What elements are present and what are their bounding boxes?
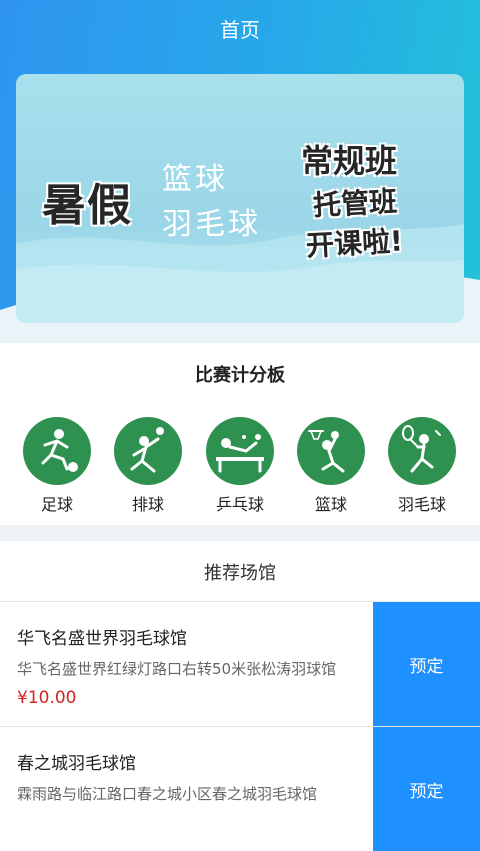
venue-address: 华飞名盛世界红绿灯路口右转50米张松涛羽球馆 [17, 660, 337, 678]
table-tennis-icon [206, 417, 274, 485]
sport-label-table-tennis: 乒乓球 [215, 495, 264, 514]
banner-daycare-class: 托管班 [312, 184, 398, 223]
volleyball-icon [114, 417, 182, 485]
promo-banner[interactable]: 暑假 篮球 羽毛球 常规班 托管班 开课啦! [16, 74, 464, 323]
venues-section: 推荐场馆 华飞名盛世界羽毛球馆 华飞名盛世界红绿灯路口右转50米张松涛羽球馆 ¥… [0, 541, 480, 851]
scoreboard-title: 比赛计分板 [195, 365, 285, 386]
venue-name: 春之城羽毛球馆 [17, 754, 136, 774]
sport-label-badminton: 羽毛球 [397, 495, 446, 514]
sport-label-basketball: 篮球 [314, 495, 347, 514]
scoreboard-section: 比赛计分板 足球 排球 乒乓球 篮球 羽毛球 [0, 343, 480, 525]
book-button[interactable]: 预定 [373, 727, 480, 851]
sport-badminton[interactable]: 羽毛球 [382, 417, 462, 515]
banner-sport-badminton: 羽毛球 [162, 207, 261, 242]
banner-sport-basketball: 篮球 [162, 162, 228, 197]
banner-headline: 暑假 [42, 180, 132, 231]
venue-card[interactable]: 华飞名盛世界羽毛球馆 华飞名盛世界红绿灯路口右转50米张松涛羽球馆 ¥10.00… [0, 601, 480, 726]
venue-address: 霖雨路与临江路口春之城小区春之城羽毛球馆 [17, 785, 318, 803]
banner-regular-class: 常规班 [301, 142, 398, 180]
sport-volleyball[interactable]: 排球 [108, 417, 188, 515]
banner-class-open: 开课啦! [305, 224, 404, 263]
badminton-icon [388, 417, 456, 485]
venue-price: ¥10.00 [17, 688, 77, 708]
sport-label-volleyball: 排球 [131, 495, 164, 514]
book-button[interactable]: 预定 [373, 602, 480, 726]
basketball-icon [297, 417, 365, 485]
venue-name: 华飞名盛世界羽毛球馆 [17, 629, 187, 649]
sport-soccer[interactable]: 足球 [17, 417, 97, 515]
sport-label-soccer: 足球 [40, 495, 73, 514]
venue-card[interactable]: 春之城羽毛球馆 霖雨路与临江路口春之城小区春之城羽毛球馆 预定 [0, 726, 480, 851]
venues-title: 推荐场馆 [204, 563, 276, 584]
sport-table-tennis[interactable]: 乒乓球 [200, 417, 280, 515]
soccer-icon [23, 417, 91, 485]
sport-basketball[interactable]: 篮球 [291, 417, 371, 515]
page-title: 首页 [220, 18, 260, 42]
